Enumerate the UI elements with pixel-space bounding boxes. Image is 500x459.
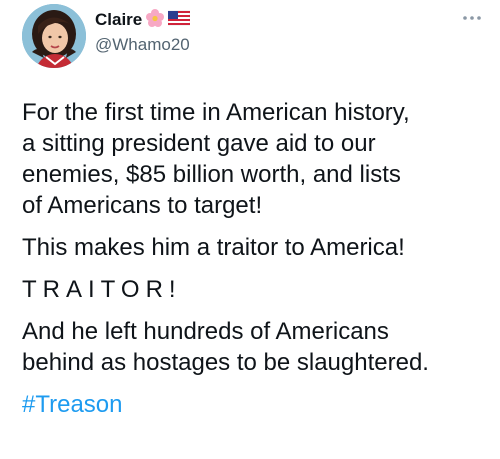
tweet-line: behind as hostages to be slaughtered. <box>22 349 429 376</box>
name-row: Claire <box>95 8 191 33</box>
tweet-line: And he left hundreds of Americans <box>22 318 389 345</box>
us-flag-icon <box>168 10 191 31</box>
tweet-line: TRAITOR! <box>22 276 182 303</box>
hashtag-link[interactable]: #Treason <box>22 389 123 420</box>
avatar[interactable] <box>22 4 86 68</box>
tweet-line: enemies, $85 billion worth, and lists <box>22 161 401 188</box>
tweet-card: Claire @Whamo20 For the first time in Am… <box>0 0 500 459</box>
pink-flower-icon <box>145 8 165 33</box>
tweet-paragraph-2: This makes him a traitor to America! <box>22 232 492 263</box>
avatar-image <box>22 4 86 68</box>
more-horizontal-icon <box>463 16 481 20</box>
tweet-paragraph-3: TRAITOR! <box>22 274 492 305</box>
display-name[interactable]: Claire <box>95 10 142 30</box>
more-options-button[interactable] <box>460 8 484 28</box>
tweet-line: For the first time in American history, <box>22 99 410 126</box>
user-handle[interactable]: @Whamo20 <box>95 35 190 55</box>
tweet-paragraph-1: For the first time in American history, … <box>22 97 492 221</box>
tweet-line: This makes him a traitor to America! <box>22 234 405 261</box>
tweet-paragraph-5: #Treason <box>22 389 492 420</box>
tweet-paragraph-4: And he left hundreds of Americans behind… <box>22 316 492 378</box>
tweet-text: For the first time in American history, … <box>22 97 492 431</box>
tweet-line: of Americans to target! <box>22 192 263 219</box>
tweet-header: Claire @Whamo20 <box>0 0 500 90</box>
tweet-line: a sitting president gave aid to our <box>22 130 376 157</box>
